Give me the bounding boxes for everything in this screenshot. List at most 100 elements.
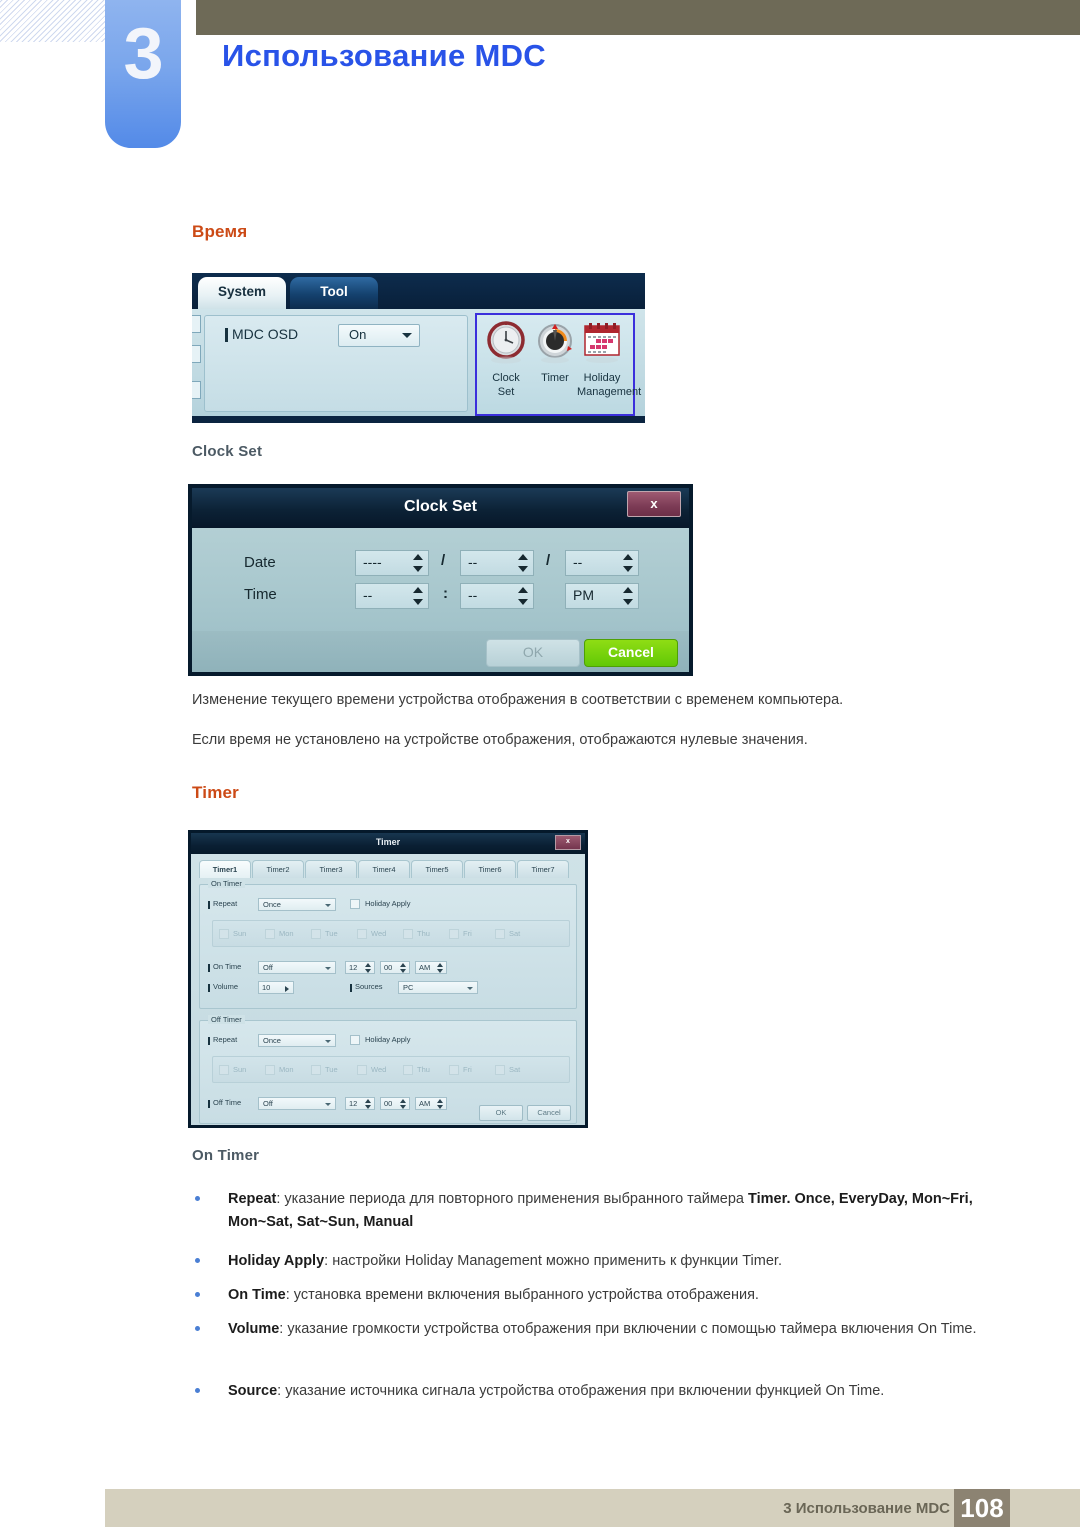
cancel-button[interactable]: Cancel xyxy=(527,1105,571,1121)
off-time-minute-spinner[interactable]: 00 xyxy=(380,1097,410,1110)
day-checkbox-sat[interactable] xyxy=(495,1065,505,1075)
day-checkbox-sun[interactable] xyxy=(219,1065,229,1075)
field-marker-icon xyxy=(208,1037,210,1045)
tab-timer6[interactable]: Timer6 xyxy=(464,860,516,878)
spinner-arrows-icon[interactable] xyxy=(623,586,634,606)
header-hatch-decoration xyxy=(0,0,112,42)
date-label: Date xyxy=(244,554,276,571)
icon-cell-timer[interactable]: Timer xyxy=(530,319,580,386)
off-time-select[interactable]: Off xyxy=(258,1097,336,1110)
mdc-osd-select[interactable]: On xyxy=(338,324,420,347)
day-checkbox-thu[interactable] xyxy=(403,929,413,939)
spinner-arrows-icon[interactable] xyxy=(400,1099,407,1109)
date-year-spinner[interactable]: ---- xyxy=(355,550,429,576)
volume-stepper[interactable]: 10 xyxy=(258,981,294,994)
icon-cell-holiday-management[interactable]: Holiday Management xyxy=(577,319,641,398)
repeat-select[interactable]: Once xyxy=(258,898,336,911)
tab-timer1[interactable]: Timer1 xyxy=(199,860,251,878)
day-checkbox-mon[interactable] xyxy=(265,1065,275,1075)
spinner-arrows-icon[interactable] xyxy=(437,963,444,973)
holiday-apply-label: Holiday Apply xyxy=(365,1035,411,1044)
spinner-arrows-icon[interactable] xyxy=(518,586,529,606)
day-checkbox-fri[interactable] xyxy=(449,929,459,939)
tab-timer3[interactable]: Timer3 xyxy=(305,860,357,878)
bullet-text: Repeat: указание периода для повторного … xyxy=(228,1188,995,1235)
time-minute-spinner[interactable]: -- xyxy=(460,583,534,609)
page-number: 108 xyxy=(954,1489,1010,1527)
time-hour-spinner[interactable]: -- xyxy=(355,583,429,609)
volume-label: Volume xyxy=(213,982,239,991)
time-meridiem-spinner[interactable]: PM xyxy=(565,583,639,609)
date-day-spinner[interactable]: -- xyxy=(565,550,639,576)
close-icon[interactable]: x xyxy=(627,491,681,517)
spinner-arrows-icon[interactable] xyxy=(413,553,424,573)
list-item: Holiday Apply: настройки Holiday Managem… xyxy=(195,1250,995,1273)
day-checkbox-thu[interactable] xyxy=(403,1065,413,1075)
holiday-apply-checkbox[interactable] xyxy=(350,1035,360,1045)
spinner-arrows-icon[interactable] xyxy=(400,963,407,973)
off-time-meridiem-spinner[interactable]: AM xyxy=(415,1097,447,1110)
on-time-meridiem-spinner[interactable]: AM xyxy=(415,961,447,974)
on-timer-panel: On Timer Repeat Once Holiday Apply Sun M… xyxy=(199,879,577,1009)
bullet-term: Repeat xyxy=(228,1191,277,1207)
date-month-spinner[interactable]: -- xyxy=(460,550,534,576)
spinner-arrows-icon[interactable] xyxy=(518,553,529,573)
bullet-text: Volume: указание громкости устройства от… xyxy=(228,1318,995,1341)
spinner-arrows-icon[interactable] xyxy=(413,586,424,606)
tab-tool[interactable]: Tool xyxy=(290,277,378,309)
day-checkbox-tue[interactable] xyxy=(311,1065,321,1075)
list-item: Source: указание источника сигнала устро… xyxy=(195,1380,995,1403)
clock-set-paragraph-2: Если время не установлено на устройстве … xyxy=(192,732,808,748)
timer-dialog: Timer x Timer1 Timer2 Timer3 Timer4 Time… xyxy=(188,830,588,1128)
sources-select[interactable]: PC xyxy=(398,981,478,994)
spinner-arrows-icon[interactable] xyxy=(365,963,372,973)
chevron-down-icon xyxy=(325,967,331,970)
spinner-arrows-icon[interactable] xyxy=(623,553,634,573)
day-checkbox-wed[interactable] xyxy=(357,1065,367,1075)
tab-system[interactable]: System xyxy=(198,277,286,309)
spinner-arrows-icon[interactable] xyxy=(437,1099,444,1109)
clock-set-footer: OK Cancel xyxy=(192,631,689,672)
day-label-sat: Sat xyxy=(509,1065,521,1074)
day-label-thu: Thu xyxy=(417,929,430,938)
repeat-label: Repeat xyxy=(213,1035,238,1044)
ok-button[interactable]: OK xyxy=(479,1105,523,1121)
bullet-term: Holiday Apply xyxy=(228,1253,325,1269)
holiday-apply-checkbox[interactable] xyxy=(350,899,360,909)
day-label-wed: Wed xyxy=(371,1065,387,1074)
close-icon[interactable]: x xyxy=(555,835,581,850)
spinner-arrows-icon[interactable] xyxy=(365,1099,372,1109)
on-time-hour-value: 12 xyxy=(349,963,358,972)
bullet-text: On Time: установка времени включения выб… xyxy=(228,1284,995,1307)
day-checkbox-sat[interactable] xyxy=(495,929,505,939)
chevron-down-icon xyxy=(467,987,473,990)
off-time-hour-spinner[interactable]: 12 xyxy=(345,1097,375,1110)
bullet-body: : указание источника сигнала устройства … xyxy=(277,1383,885,1399)
day-checkbox-tue[interactable] xyxy=(311,929,321,939)
icon-cell-clock-set[interactable]: Clock Set xyxy=(481,319,531,398)
day-checkbox-fri[interactable] xyxy=(449,1065,459,1075)
tab-timer2[interactable]: Timer2 xyxy=(252,860,304,878)
on-time-minute-spinner[interactable]: 00 xyxy=(380,961,410,974)
tab-timer7[interactable]: Timer7 xyxy=(517,860,569,878)
day-checkbox-wed[interactable] xyxy=(357,929,367,939)
date-day-value: -- xyxy=(573,554,583,570)
day-checkbox-sun[interactable] xyxy=(219,929,229,939)
repeat-value: Once xyxy=(263,1036,281,1045)
bullet-body: : настройки Holiday Management можно при… xyxy=(324,1253,782,1269)
day-checkbox-mon[interactable] xyxy=(265,929,275,939)
repeat-select[interactable]: Once xyxy=(258,1034,336,1047)
ok-button[interactable]: OK xyxy=(486,639,580,667)
day-label-sun: Sun xyxy=(233,929,247,938)
day-label-tue: Tue xyxy=(325,1065,338,1074)
tab-timer4[interactable]: Timer4 xyxy=(358,860,410,878)
on-time-select[interactable]: Off xyxy=(258,961,336,974)
cancel-button[interactable]: Cancel xyxy=(584,639,678,667)
on-time-hour-spinner[interactable]: 12 xyxy=(345,961,375,974)
off-time-value: Off xyxy=(263,1099,273,1108)
chevron-down-icon xyxy=(325,904,331,907)
subheading-clock-set: Clock Set xyxy=(192,443,263,460)
clock-set-title: Clock Set xyxy=(404,498,477,515)
tab-timer5[interactable]: Timer5 xyxy=(411,860,463,878)
time-icons-group: Clock Set Timer Holiday Management xyxy=(475,313,641,416)
